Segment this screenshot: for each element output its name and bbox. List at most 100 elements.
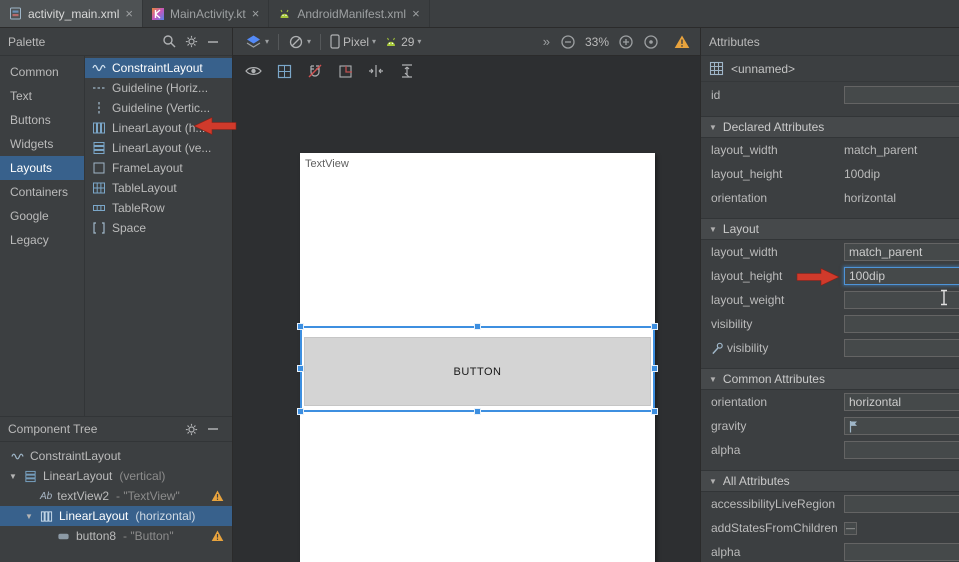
category-legacy[interactable]: Legacy	[0, 228, 84, 252]
tab-label: activity_main.xml	[28, 7, 119, 21]
layout-height-input[interactable]	[844, 267, 959, 285]
search-icon[interactable]	[158, 31, 180, 53]
section-layout[interactable]: ▼ Layout	[701, 218, 959, 240]
tree-item-constraintlayout[interactable]: ConstraintLayout	[0, 446, 232, 466]
default-margins-icon[interactable]	[338, 64, 353, 79]
attr-row-declared-layout-height[interactable]: layout_height 100dip	[701, 162, 959, 186]
expand-arrow-icon[interactable]: ▼	[24, 512, 34, 521]
tree-item-label: textView2	[57, 489, 109, 503]
palette-item-tablelayout[interactable]: TableLayout	[85, 178, 232, 198]
palette-item-guideline-vertical[interactable]: Guideline (Vertic...	[85, 98, 232, 118]
tab-mainactivity-kt[interactable]: MainActivity.kt ×	[143, 0, 269, 27]
canvas-button[interactable]: BUTTON	[304, 337, 651, 406]
close-icon[interactable]: ×	[252, 7, 260, 20]
collapse-arrow-icon: ▼	[709, 477, 717, 486]
orientation-theme-button[interactable]: ▾	[284, 34, 315, 50]
id-input[interactable]	[844, 86, 959, 104]
selection-handle[interactable]	[474, 408, 481, 415]
section-common-attributes[interactable]: ▼ Common Attributes	[701, 368, 959, 390]
tree-item-suffix: - "TextView"	[116, 489, 180, 503]
palette-item-linearlayout-vertical[interactable]: LinearLayout (ve...	[85, 138, 232, 158]
palette-item-space[interactable]: Space	[85, 218, 232, 238]
design-surface[interactable]: TextView BUTTON	[233, 56, 700, 562]
accessibilityliveregion-input[interactable]	[844, 495, 959, 513]
framelayout-icon	[91, 161, 106, 176]
close-icon[interactable]: ×	[412, 7, 420, 20]
attr-row-declared-orientation[interactable]: orientation horizontal	[701, 186, 959, 210]
palette-item-framelayout[interactable]: FrameLayout	[85, 158, 232, 178]
close-icon[interactable]: ×	[125, 7, 133, 20]
selection-handle[interactable]	[297, 408, 304, 415]
category-buttons[interactable]: Buttons	[0, 108, 84, 132]
tree-item-linearlayout-horizontal[interactable]: ▼ LinearLayout (horizontal)	[0, 506, 232, 526]
section-declared-attributes[interactable]: ▼ Declared Attributes	[701, 116, 959, 138]
device-selector[interactable]: Pixel ▾	[326, 34, 380, 49]
selection-handle[interactable]	[651, 365, 658, 372]
layout-width-input[interactable]	[844, 243, 959, 261]
canvas-textview[interactable]: TextView	[305, 158, 349, 170]
tree-item-suffix: (vertical)	[119, 469, 165, 483]
attr-row-alpha: alpha	[701, 438, 959, 462]
category-layouts[interactable]: Layouts	[0, 156, 84, 180]
tree-item-button8[interactable]: button8 - "Button"	[0, 526, 232, 546]
warning-icon[interactable]	[211, 530, 224, 542]
attr-row-declared-layout-width[interactable]: layout_width match_parent	[701, 138, 959, 162]
layout-weight-input[interactable]	[844, 291, 959, 309]
attr-row-layout-height: layout_height	[701, 264, 959, 288]
all-alpha-input[interactable]	[844, 543, 959, 561]
zoom-in-button[interactable]	[618, 34, 634, 50]
tree-item-textview2[interactable]: Ab textView2 - "TextView"	[0, 486, 232, 506]
api-level-selector[interactable]: 29 ▾	[380, 35, 425, 49]
component-tree-title: Component Tree	[8, 422, 97, 436]
tree-item-label: ConstraintLayout	[30, 449, 121, 463]
selection-handle[interactable]	[297, 323, 304, 330]
selection-handle[interactable]	[651, 408, 658, 415]
category-google[interactable]: Google	[0, 204, 84, 228]
category-text[interactable]: Text	[0, 84, 84, 108]
tab-label: MainActivity.kt	[170, 7, 246, 21]
addstatesfromchildren-checkbox[interactable]: —	[844, 522, 857, 535]
blueprint-grid-icon[interactable]	[277, 64, 292, 79]
selection-handle[interactable]	[297, 365, 304, 372]
tools-visibility-input[interactable]	[844, 339, 959, 357]
warning-icon[interactable]	[674, 35, 690, 49]
warning-icon[interactable]	[211, 490, 224, 502]
selection-handle[interactable]	[474, 323, 481, 330]
visibility-input[interactable]	[844, 315, 959, 333]
section-all-attributes[interactable]: ▼ All Attributes	[701, 470, 959, 492]
gear-icon[interactable]	[180, 31, 202, 53]
view-options-eye-icon[interactable]	[245, 64, 262, 78]
magnet-off-icon[interactable]	[307, 64, 323, 79]
toolbar-overflow-button[interactable]: »	[543, 34, 551, 49]
attr-row-id: id	[701, 82, 959, 108]
orientation-input[interactable]	[844, 393, 959, 411]
guideline-horizontal-icon	[91, 81, 106, 96]
gravity-input[interactable]	[844, 417, 959, 435]
palette-item-guideline-horizontal[interactable]: Guideline (Horiz...	[85, 78, 232, 98]
alpha-input[interactable]	[844, 441, 959, 459]
selection-handle[interactable]	[651, 323, 658, 330]
tab-androidmanifest-xml[interactable]: AndroidManifest.xml ×	[269, 0, 429, 27]
component-tree-header: Component Tree	[0, 416, 232, 442]
pack-horizontal-icon[interactable]	[368, 63, 384, 79]
device-screen[interactable]: TextView BUTTON	[300, 153, 655, 562]
zoom-out-button[interactable]	[560, 34, 576, 50]
minimize-icon[interactable]	[202, 418, 224, 440]
palette-item-constraintlayout[interactable]: ConstraintLayout	[85, 58, 232, 78]
minimize-icon[interactable]	[202, 31, 224, 53]
expand-vertical-icon[interactable]	[399, 63, 415, 79]
tab-activity-main-xml[interactable]: activity_main.xml ×	[0, 0, 143, 27]
category-common[interactable]: Common	[0, 60, 84, 84]
category-containers[interactable]: Containers	[0, 180, 84, 204]
category-widgets[interactable]: Widgets	[0, 132, 84, 156]
palette-item-tablerow[interactable]: TableRow	[85, 198, 232, 218]
gear-icon[interactable]	[180, 418, 202, 440]
expand-arrow-icon[interactable]: ▼	[8, 472, 18, 481]
tree-item-linearlayout-vertical[interactable]: ▼ LinearLayout (vertical)	[0, 466, 232, 486]
zoom-to-fit-button[interactable]	[643, 34, 659, 50]
surface-mode-button[interactable]: ▾	[241, 34, 273, 50]
palette-category-list: Common Text Buttons Widgets Layouts Cont…	[0, 56, 85, 416]
palette-item-linearlayout-horizontal[interactable]: LinearLayout (h...	[85, 118, 232, 138]
selected-linearlayout[interactable]: BUTTON	[300, 326, 655, 412]
tree-item-suffix: (horizontal)	[135, 509, 195, 523]
